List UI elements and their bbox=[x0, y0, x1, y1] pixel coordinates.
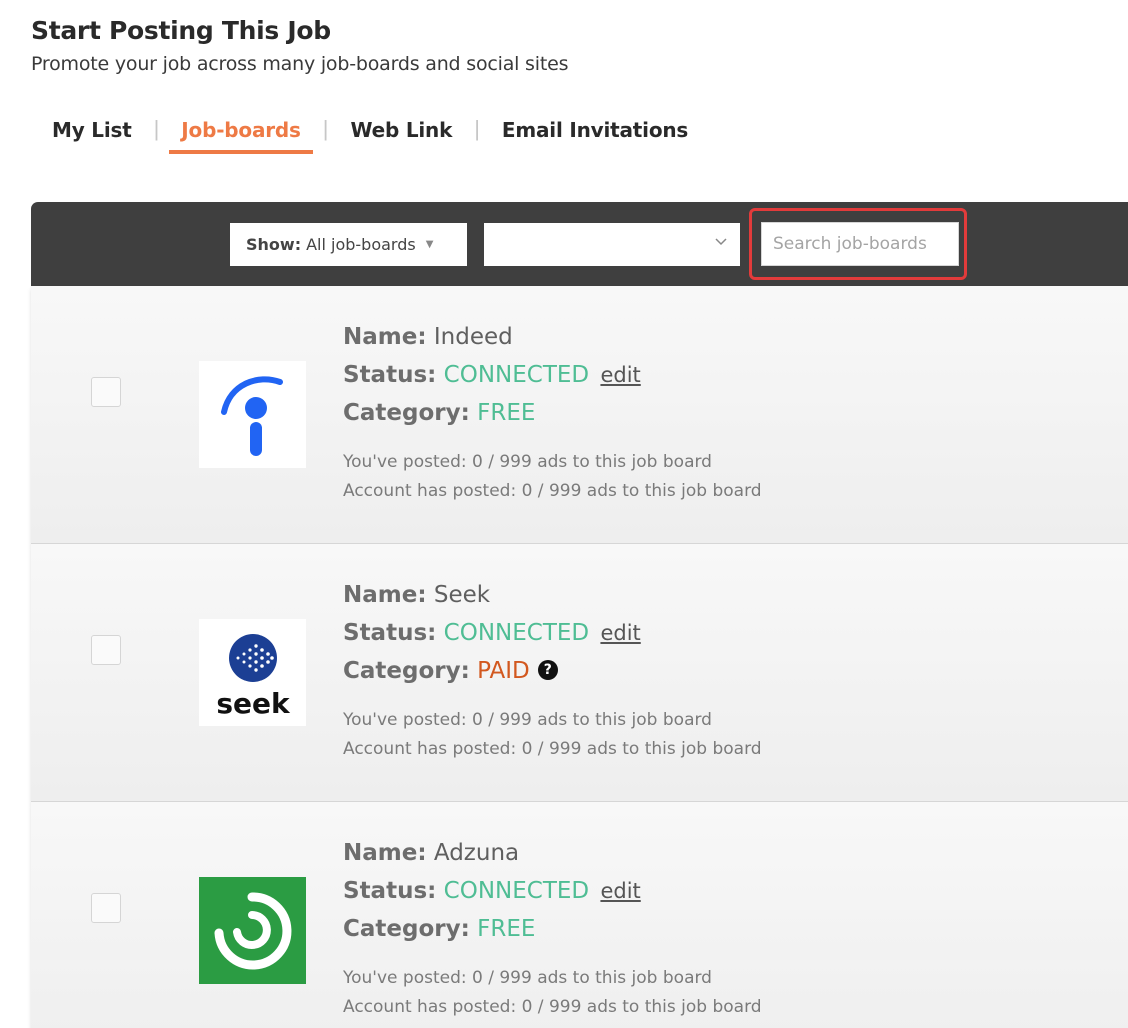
account-posted-count: Account has posted: 0 / 999 ads to this … bbox=[343, 997, 762, 1017]
show-filter-label: Show: bbox=[246, 235, 302, 254]
status-label: Status: bbox=[343, 620, 437, 646]
select-checkbox[interactable] bbox=[91, 377, 121, 407]
board-name-row: Name: Seek bbox=[343, 576, 762, 614]
board-stats: You've posted: 0 / 999 ads to this job b… bbox=[343, 448, 762, 506]
list-item: Name: Indeed Status: CONNECTED edit Cate… bbox=[31, 286, 1128, 544]
posted-count: You've posted: 0 / 999 ads to this job b… bbox=[343, 452, 712, 472]
adzuna-logo-icon bbox=[199, 877, 306, 984]
name-label: Name: bbox=[343, 324, 427, 350]
seek-logo-text: seek bbox=[216, 687, 291, 718]
select-checkbox[interactable] bbox=[91, 893, 121, 923]
filter-toolbar: Show: All job-boards ▼ bbox=[31, 202, 1128, 286]
tab-web-link[interactable]: Web Link bbox=[338, 110, 464, 154]
board-category-row: Category: FREE bbox=[343, 394, 762, 432]
account-posted-count: Account has posted: 0 / 999 ads to this … bbox=[343, 481, 762, 501]
posted-count: You've posted: 0 / 999 ads to this job b… bbox=[343, 968, 712, 988]
status-value: CONNECTED bbox=[443, 878, 590, 904]
board-category-row: Category: PAID? bbox=[343, 652, 762, 690]
help-icon[interactable]: ? bbox=[537, 660, 558, 680]
category-label: Category: bbox=[343, 400, 470, 426]
category-value: FREE bbox=[477, 916, 536, 942]
category-value: PAID bbox=[477, 658, 530, 684]
board-name: Seek bbox=[433, 582, 491, 608]
status-label: Status: bbox=[343, 878, 437, 904]
tab-bar: My List | Job-boards | Web Link | Email … bbox=[40, 110, 700, 160]
edit-link[interactable]: edit bbox=[600, 621, 640, 645]
search-input[interactable] bbox=[761, 222, 959, 266]
tab-job-boards[interactable]: Job-boards bbox=[169, 110, 314, 154]
seek-logo-icon: seek bbox=[199, 619, 306, 726]
board-category-row: Category: FREE bbox=[343, 910, 762, 948]
page-title: Start Posting This Job bbox=[31, 16, 331, 45]
tab-divider: | bbox=[474, 116, 480, 141]
name-label: Name: bbox=[343, 840, 427, 866]
board-info: Name: Seek Status: CONNECTED edit Catego… bbox=[343, 576, 762, 764]
indeed-logo-icon bbox=[199, 361, 306, 468]
name-label: Name: bbox=[343, 582, 427, 608]
status-label: Status: bbox=[343, 362, 437, 388]
list-item: seek Name: Seek Status: CONNECTED edit C… bbox=[31, 544, 1128, 802]
list-item: Name: Adzuna Status: CONNECTED edit Cate… bbox=[31, 802, 1128, 1028]
board-name: Indeed bbox=[433, 324, 513, 350]
board-name-row: Name: Adzuna bbox=[343, 834, 762, 872]
page-subtitle: Promote your job across many job-boards … bbox=[31, 53, 569, 75]
board-stats: You've posted: 0 / 999 ads to this job b… bbox=[343, 706, 762, 764]
category-label: Category: bbox=[343, 916, 470, 942]
board-info: Name: Indeed Status: CONNECTED edit Cate… bbox=[343, 318, 762, 506]
status-value: CONNECTED bbox=[443, 620, 590, 646]
edit-link[interactable]: edit bbox=[600, 363, 640, 387]
status-value: CONNECTED bbox=[443, 362, 590, 388]
select-checkbox[interactable] bbox=[91, 635, 121, 665]
posted-count: You've posted: 0 / 999 ads to this job b… bbox=[343, 710, 712, 730]
category-value: FREE bbox=[477, 400, 536, 426]
show-filter-value: All job-boards bbox=[306, 235, 416, 254]
tab-email-invitations[interactable]: Email Invitations bbox=[490, 110, 700, 154]
chevron-down-icon bbox=[715, 238, 727, 246]
tab-divider: | bbox=[322, 116, 329, 141]
caret-down-icon: ▼ bbox=[425, 239, 434, 250]
edit-link[interactable]: edit bbox=[600, 879, 640, 903]
board-name-row: Name: Indeed bbox=[343, 318, 762, 356]
board-stats: You've posted: 0 / 999 ads to this job b… bbox=[343, 964, 762, 1022]
tab-my-list[interactable]: My List bbox=[40, 110, 144, 154]
board-status-row: Status: CONNECTED edit bbox=[343, 614, 762, 652]
job-board-list: Name: Indeed Status: CONNECTED edit Cate… bbox=[31, 286, 1128, 1028]
tab-divider: | bbox=[153, 116, 160, 141]
board-name: Adzuna bbox=[433, 840, 520, 866]
board-status-row: Status: CONNECTED edit bbox=[343, 356, 762, 394]
account-posted-count: Account has posted: 0 / 999 ads to this … bbox=[343, 739, 762, 759]
secondary-filter-select[interactable] bbox=[484, 223, 740, 266]
board-info: Name: Adzuna Status: CONNECTED edit Cate… bbox=[343, 834, 762, 1022]
board-status-row: Status: CONNECTED edit bbox=[343, 872, 762, 910]
category-label: Category: bbox=[343, 658, 470, 684]
show-filter-select[interactable]: Show: All job-boards ▼ bbox=[230, 223, 467, 266]
